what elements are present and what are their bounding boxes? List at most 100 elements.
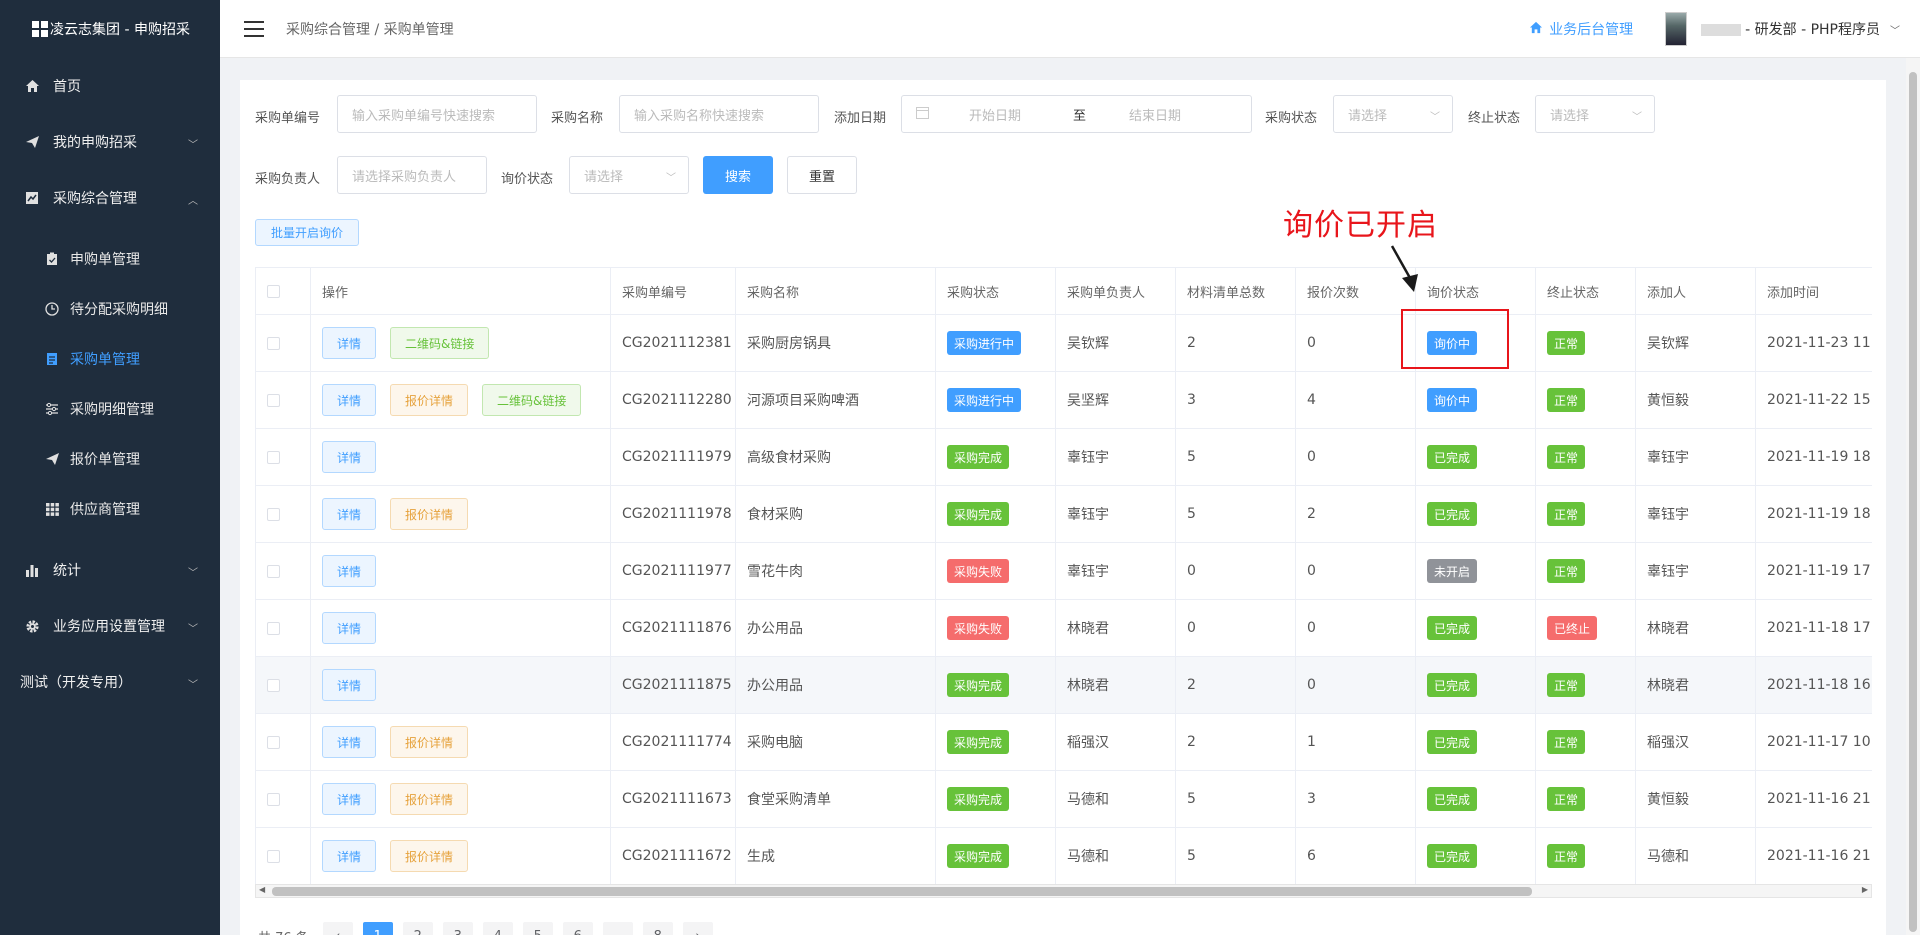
owner-cell-text: 辜钰宇 xyxy=(1067,450,1109,466)
page-button[interactable]: 3 xyxy=(442,922,473,935)
page-button[interactable]: 8 xyxy=(642,922,673,935)
name-input[interactable]: 输入采购名称快速搜索 xyxy=(619,95,819,133)
row-checkbox[interactable] xyxy=(267,792,280,806)
detail-button[interactable]: 详情 xyxy=(322,498,377,530)
sidebar-item-test[interactable]: 测试（开发专用） ﹀ xyxy=(0,654,220,710)
detail-button[interactable]: 详情 xyxy=(322,555,377,587)
quote-detail-button[interactable]: 报价详情 xyxy=(390,498,469,530)
detail-button[interactable]: 详情 xyxy=(322,669,377,701)
column-header[interactable]: 添加人 xyxy=(1636,268,1756,314)
column-header[interactable]: 操作 xyxy=(311,268,611,314)
sidebar-item-stats[interactable]: 统计 ﹀ xyxy=(0,542,220,598)
row-checkbox[interactable] xyxy=(267,450,280,464)
table-row[interactable]: 详情 CG2021111979 高级食材采购 采购完成 辜钰宇 5 0 已完成 正常 辜钰宇 202… xyxy=(256,428,1872,485)
detail-button[interactable]: 详情 xyxy=(322,726,377,758)
date-start[interactable]: 开始日期 xyxy=(969,105,1073,124)
quote-detail-button[interactable]: 报价详情 xyxy=(390,384,469,416)
column-header[interactable]: 终止状态 xyxy=(1536,268,1636,314)
column-header[interactable]: 询价状态 xyxy=(1416,268,1536,314)
scroll-left-icon[interactable]: ◀ xyxy=(259,885,265,894)
table-row[interactable]: 详情 CG2021111977 雪花牛肉 采购失败 辜钰宇 0 0 未开启 正常 辜钰宇 2021-… xyxy=(256,542,1872,599)
table-row[interactable]: 详情 报价详情 CG2021111673 食堂采购清单 采购完成 马德和 5 3 已完成 正常 黄恒… xyxy=(256,770,1872,827)
table-row[interactable]: 详情 CG2021111875 办公用品 采购完成 林晓君 2 0 已完成 正常 林晓君 2021-… xyxy=(256,656,1872,713)
biz-admin-link[interactable]: 业务后台管理 xyxy=(1529,19,1633,39)
table-row[interactable]: 详情 报价详情 CG2021111672 生成 采购完成 马德和 5 6 已完成 正常 马德和 202… xyxy=(256,827,1872,884)
qr-link-button[interactable]: 二维码&链接 xyxy=(390,327,490,359)
row-checkbox[interactable] xyxy=(267,564,280,578)
sidebar-item-home[interactable]: 首页 xyxy=(0,58,220,114)
user-menu[interactable]: - 研发部 - PHP程序员 xyxy=(1701,19,1880,39)
page-button[interactable]: 2 xyxy=(402,922,433,935)
quote-detail-button[interactable]: 报价详情 xyxy=(390,726,469,758)
row-checkbox[interactable] xyxy=(267,393,280,407)
table-row[interactable]: 详情 报价详情 二维码&链接 CG2021112280 河源项目采购啤酒 采购进行中 吴坚辉… xyxy=(256,371,1872,428)
date-end[interactable]: 结束日期 xyxy=(1129,105,1181,124)
detail-button[interactable]: 详情 xyxy=(322,783,377,815)
menu-toggle-icon[interactable] xyxy=(244,20,264,37)
quote-detail-button[interactable]: 报价详情 xyxy=(390,840,469,872)
owner-input[interactable]: 请选择采购负责人 xyxy=(337,156,487,194)
horizontal-scrollbar[interactable]: ◀ ▶ xyxy=(255,884,1872,898)
order-no-input[interactable]: 输入采购单编号快速搜索 xyxy=(337,95,537,133)
vertical-scrollbar[interactable] xyxy=(1906,58,1920,935)
terminate-select[interactable]: 请选择 ﹀ xyxy=(1535,95,1655,133)
time-cell: 2021-11-19 18: xyxy=(1756,486,1872,542)
status-select[interactable]: 请选择 ﹀ xyxy=(1333,95,1453,133)
column-header[interactable]: 采购单负责人 xyxy=(1056,268,1176,314)
page-button[interactable]: 6 xyxy=(562,922,593,935)
detail-button[interactable]: 详情 xyxy=(322,384,377,416)
detail-button[interactable]: 详情 xyxy=(322,840,377,872)
sidebar-item-purchase-details[interactable]: 采购明细管理 xyxy=(0,384,220,434)
search-button[interactable]: 搜索 xyxy=(703,156,773,194)
chevron-down-icon: ﹀ xyxy=(666,173,676,184)
chevron-down-icon[interactable]: ﹀ xyxy=(1890,22,1900,37)
page-button[interactable]: 1 xyxy=(362,922,393,935)
sidebar-item-purchase-orders[interactable]: 采购单管理 xyxy=(0,334,220,384)
reset-button[interactable]: 重置 xyxy=(787,156,857,194)
time-cell: 2021-11-16 21: xyxy=(1756,828,1872,884)
column-header[interactable]: 采购状态 xyxy=(936,268,1056,314)
batch-open-inquiry-button[interactable]: 批量开启询价 xyxy=(255,219,359,246)
column-header[interactable]: 材料清单总数 xyxy=(1176,268,1296,314)
sidebar-item-quotations[interactable]: 报价单管理 xyxy=(0,434,220,484)
sidebar-item-requisition[interactable]: 申购单管理 xyxy=(0,234,220,284)
inquiry-select[interactable]: 请选择 ﹀ xyxy=(569,156,689,194)
row-checkbox[interactable] xyxy=(267,849,280,863)
page-button[interactable]: 4 xyxy=(482,922,513,935)
page-button[interactable]: 5 xyxy=(522,922,553,935)
table-row[interactable]: 详情 报价详情 CG2021111978 食材采购 采购完成 辜钰宇 5 2 已完成 正常 辜钰宇 2… xyxy=(256,485,1872,542)
row-checkbox[interactable] xyxy=(267,678,280,692)
page-button[interactable]: ... xyxy=(602,922,633,935)
select-all-checkbox[interactable] xyxy=(267,284,280,298)
column-header[interactable]: 添加时间 xyxy=(1756,268,1872,314)
qr-link-button[interactable]: 二维码&链接 xyxy=(482,384,582,416)
sidebar-item-my-purchase[interactable]: 我的申购招采 ﹀ xyxy=(0,114,220,170)
scroll-right-icon[interactable]: ▶ xyxy=(1862,885,1868,894)
detail-button[interactable]: 详情 xyxy=(322,441,377,473)
ops-cell: 详情 xyxy=(311,600,611,656)
order-name-cell-text: 高级食材采购 xyxy=(747,450,831,466)
column-header[interactable]: 采购名称 xyxy=(736,268,936,314)
table-row[interactable]: 详情 报价详情 CG2021111774 采购电脑 采购完成 稲强汉 2 1 已完成 正常 稲强汉 2… xyxy=(256,713,1872,770)
row-checkbox[interactable] xyxy=(267,507,280,521)
scroll-thumb[interactable] xyxy=(1909,72,1917,932)
row-checkbox[interactable] xyxy=(267,336,280,350)
sidebar-item-suppliers[interactable]: 供应商管理 xyxy=(0,484,220,534)
page-button[interactable]: › xyxy=(682,922,713,935)
order-name-cell: 办公用品 xyxy=(736,657,936,713)
page-button[interactable]: ‹ xyxy=(322,922,353,935)
sidebar-item-pending-details[interactable]: 待分配采购明细 xyxy=(0,284,220,334)
scroll-thumb[interactable] xyxy=(272,887,1532,896)
avatar[interactable] xyxy=(1665,12,1688,46)
row-checkbox[interactable] xyxy=(267,735,280,749)
date-range-picker[interactable]: 开始日期 至 结束日期 xyxy=(901,95,1252,133)
table-row[interactable]: 详情 CG2021111876 办公用品 采购失败 林晓君 0 0 已完成 已终止 林晓君 2021… xyxy=(256,599,1872,656)
row-checkbox[interactable] xyxy=(267,621,280,635)
quote-detail-button[interactable]: 报价详情 xyxy=(390,783,469,815)
detail-button[interactable]: 详情 xyxy=(322,327,377,359)
sidebar-item-purchase-mgmt[interactable]: 采购综合管理 ︿ xyxy=(0,170,220,226)
detail-button[interactable]: 详情 xyxy=(322,612,377,644)
column-header[interactable]: 采购单编号 xyxy=(611,268,736,314)
table-row[interactable]: 详情 二维码&链接 CG2021112381 采购厨房锅具 采购进行中 吴钦辉 2 0 询价中正… xyxy=(256,314,1872,371)
sidebar-item-settings[interactable]: 业务应用设置管理 ﹀ xyxy=(0,598,220,654)
